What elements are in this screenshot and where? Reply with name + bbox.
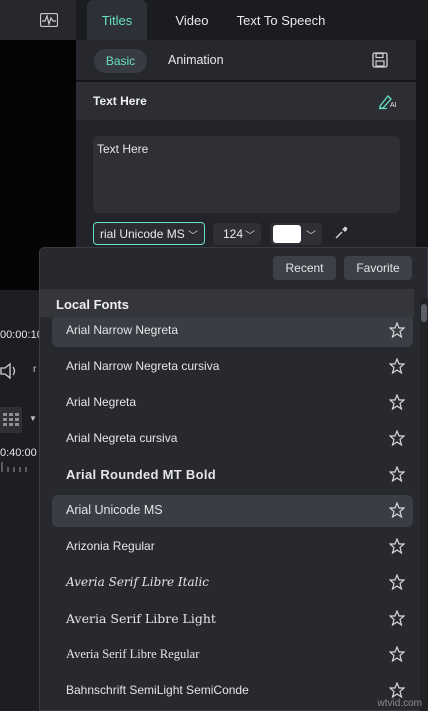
star-icon[interactable] — [389, 646, 405, 662]
font-item-label: Averia Serif Libre Light — [66, 611, 216, 626]
font-item[interactable]: Arial Negreta — [52, 387, 413, 419]
font-list: Arial Narrow Negreta Arial Narrow Negret… — [40, 317, 420, 711]
font-item[interactable]: Arial Narrow Negreta cursiva — [52, 351, 413, 383]
star-icon[interactable] — [389, 574, 405, 590]
chevron-down-icon[interactable]: ▼ — [29, 414, 37, 423]
font-item[interactable]: Bahnschrift SemiLight SemiConde — [52, 675, 413, 707]
star-icon[interactable] — [389, 358, 405, 374]
star-icon[interactable] — [389, 502, 405, 518]
star-icon[interactable] — [389, 538, 405, 554]
text-settings: Text Here rial Unicode MS ﹀ 124 ﹀ ﹀ — [76, 120, 416, 250]
font-dropdown: Recent Favorite Local Fonts Arial Narrow… — [39, 247, 428, 711]
current-time: 00:00:10 — [0, 329, 43, 341]
tab-titles[interactable]: Titles — [87, 0, 147, 40]
text-color-select[interactable]: ﹀ — [270, 223, 322, 245]
star-icon[interactable] — [389, 430, 405, 446]
ruler-ticks — [1, 462, 27, 472]
star-icon[interactable] — [389, 466, 405, 482]
font-item-label: Bahnschrift SemiLight SemiConde — [66, 683, 249, 697]
color-swatch — [273, 225, 301, 243]
recent-button[interactable]: Recent — [273, 256, 336, 280]
font-item[interactable]: Arial Rounded MT Bold — [52, 459, 413, 491]
font-item-label: Averia Serif Libre Regular — [66, 647, 200, 661]
svg-text:AI: AI — [390, 102, 397, 109]
app-root: 00:00:10 r ▼ 0:40:00 Titles Video Text T… — [0, 0, 428, 711]
title-text-input[interactable]: Text Here — [93, 136, 400, 213]
star-icon[interactable] — [389, 322, 405, 338]
star-icon[interactable] — [389, 610, 405, 626]
font-item-label: Arial Negreta — [66, 395, 137, 409]
timeline-partial-icon[interactable]: r — [33, 364, 36, 375]
font-item[interactable]: Averia Serif Libre Italic — [52, 567, 413, 599]
audio-waveform-button[interactable] — [0, 0, 76, 40]
font-family-select[interactable]: rial Unicode MS ﹀ — [93, 222, 205, 245]
font-item-label: Averia Serif Libre Italic — [66, 575, 210, 589]
font-item-label: Arial Narrow Negreta — [66, 323, 179, 337]
speaker-icon[interactable] — [0, 362, 20, 380]
font-item[interactable]: Arizonia Regular — [52, 531, 413, 563]
font-size-value: 124 — [223, 227, 244, 241]
font-item-selected[interactable]: Arial Unicode MS — [52, 495, 413, 527]
star-icon[interactable] — [389, 682, 405, 698]
eyedropper-icon[interactable] — [334, 226, 348, 240]
watermark: wtvid.com — [377, 698, 422, 709]
font-item[interactable]: Arial Negreta cursiva — [52, 423, 413, 455]
font-item-label: Arizonia Regular — [66, 539, 155, 553]
section-title: Text Here — [93, 94, 147, 108]
favorite-button[interactable]: Favorite — [344, 256, 412, 280]
font-item[interactable]: Averia Serif Libre Regular — [52, 639, 413, 671]
font-item[interactable]: Averia Serif Libre Light — [52, 603, 413, 635]
property-tabs: Titles Video Text To Speech — [76, 0, 428, 40]
local-fonts-title: Local Fonts — [56, 297, 129, 312]
chevron-down-icon: ﹀ — [245, 231, 255, 242]
ai-pen-icon[interactable]: AI — [378, 92, 398, 110]
tab-text-to-speech[interactable]: Text To Speech — [231, 0, 331, 40]
text-section-header: Text Here AI — [76, 82, 416, 120]
chevron-down-icon: ﹀ — [188, 231, 198, 242]
font-item-label: Arial Negreta cursiva — [66, 431, 178, 445]
chevron-down-icon: ﹀ — [306, 231, 316, 242]
scrollbar-thumb[interactable] — [421, 304, 427, 322]
font-family-value: rial Unicode MS — [100, 226, 185, 241]
subtab-animation[interactable]: Animation — [168, 53, 224, 67]
subtab-bar: Basic Animation — [76, 40, 416, 80]
font-item-label: Arial Rounded MT Bold — [66, 467, 217, 482]
grid-icon[interactable] — [0, 407, 22, 433]
font-filter-bar: Recent Favorite — [40, 248, 428, 288]
save-preset-icon[interactable] — [372, 52, 388, 68]
subtab-basic[interactable]: Basic — [94, 49, 147, 73]
waveform-icon — [40, 13, 58, 27]
font-item-label: Arial Narrow Negreta cursiva — [66, 359, 220, 373]
ruler-time: 0:40:00 — [0, 447, 37, 459]
font-item[interactable]: Arial Narrow Negreta — [52, 317, 413, 347]
tab-video[interactable]: Video — [157, 0, 227, 40]
font-item-label: Arial Unicode MS — [66, 503, 163, 517]
local-fonts-header: Local Fonts — [40, 289, 414, 317]
font-list-scrollbar[interactable] — [420, 298, 428, 711]
font-size-select[interactable]: 124 ﹀ — [213, 223, 261, 245]
star-icon[interactable] — [389, 394, 405, 410]
